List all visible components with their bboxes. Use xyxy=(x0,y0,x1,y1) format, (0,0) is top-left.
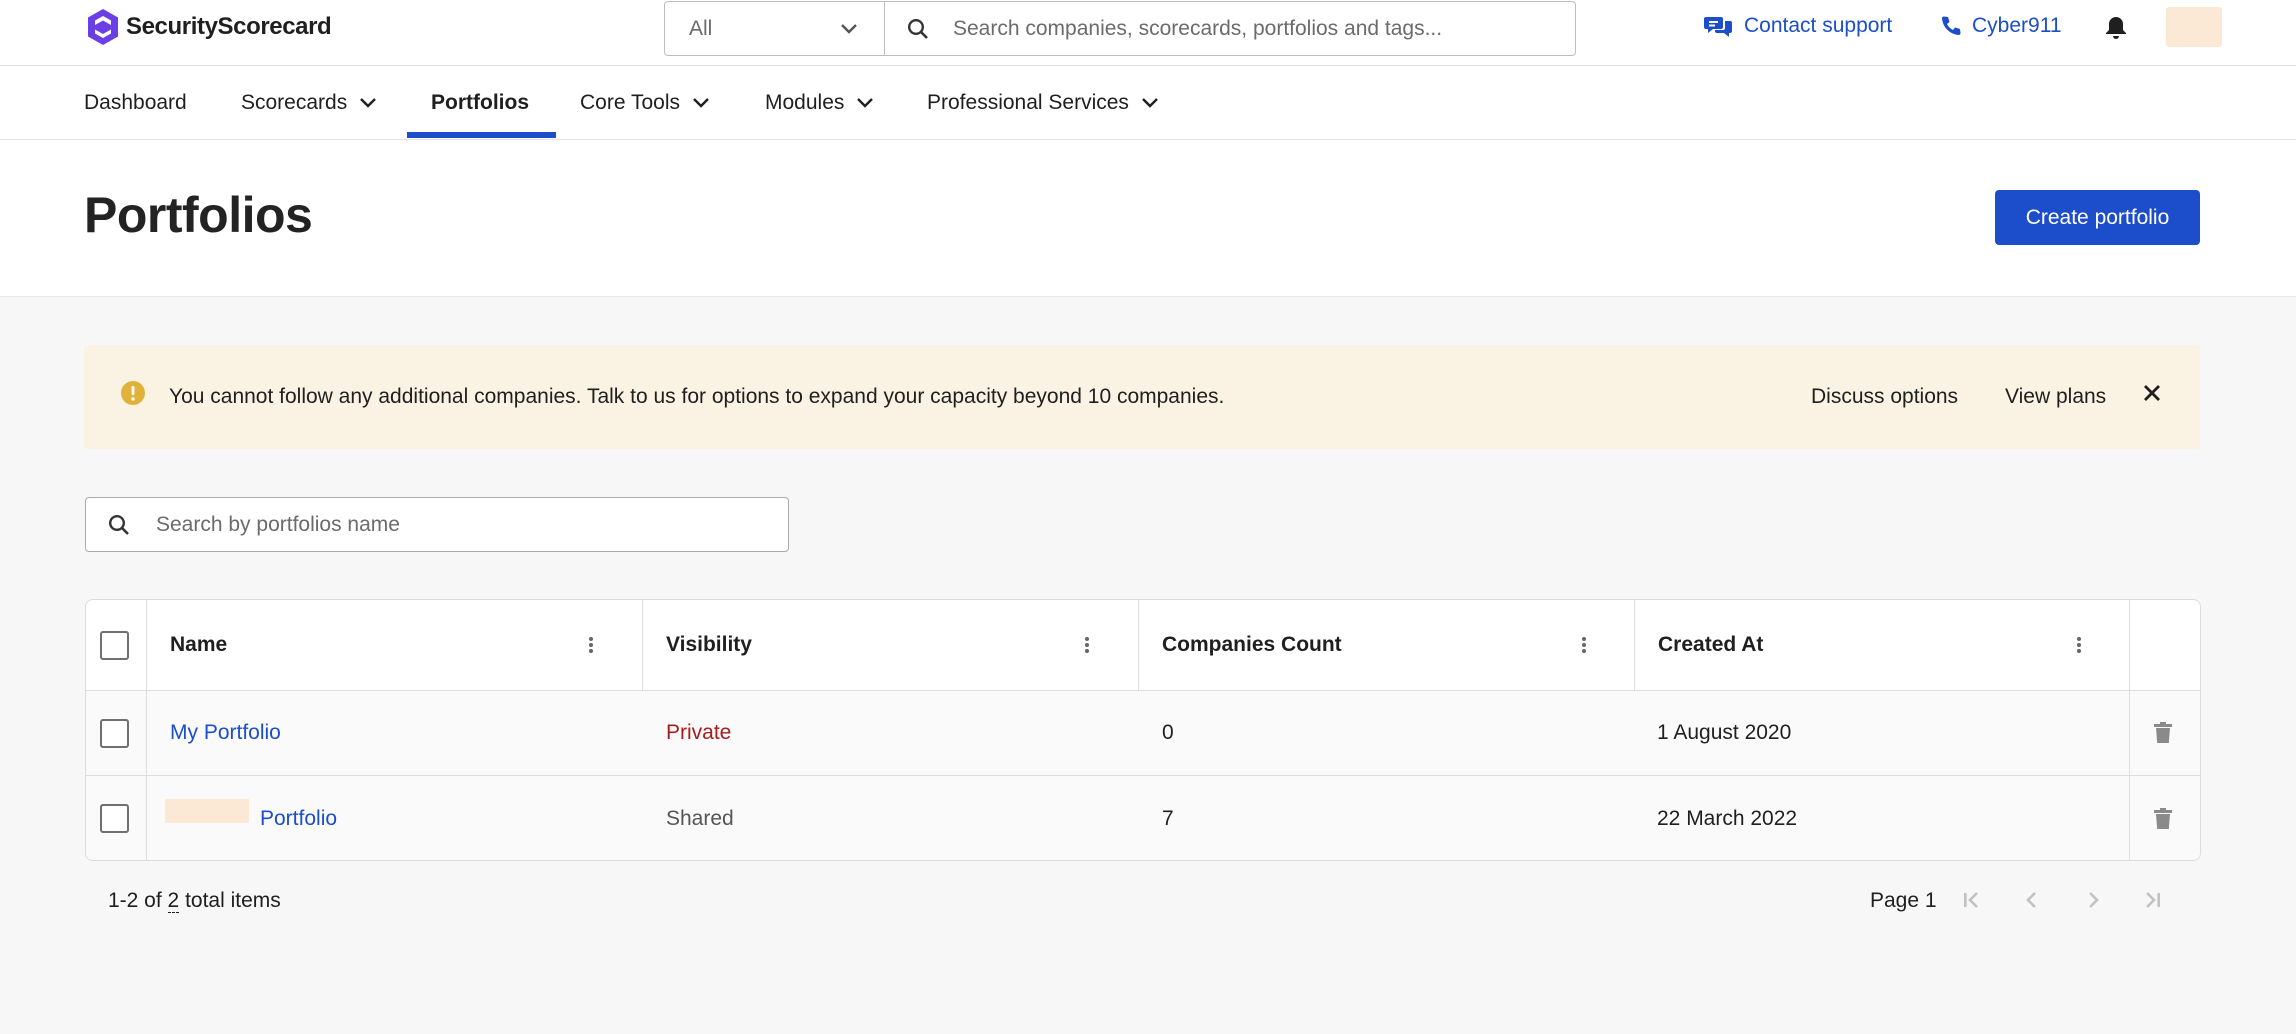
close-icon[interactable] xyxy=(2142,383,2162,403)
nav-item-core-tools[interactable]: Core Tools xyxy=(580,66,710,140)
row-select-cell xyxy=(100,691,129,775)
created-at-value: 1 August 2020 xyxy=(1657,721,1792,744)
contact-support-label: Contact support xyxy=(1744,14,1893,37)
column-header-created-at[interactable]: Created At xyxy=(1658,600,1763,690)
trash-icon xyxy=(2154,807,2172,829)
last-page-button[interactable] xyxy=(2142,888,2162,912)
banner-message: You cannot follow any additional compani… xyxy=(169,385,1225,408)
portfolio-search xyxy=(85,497,789,552)
last-page-icon xyxy=(2146,892,2160,908)
nav-item-label: Modules xyxy=(765,91,845,114)
chevron-down-icon xyxy=(1142,98,1158,108)
select-all-checkbox[interactable] xyxy=(100,630,129,660)
contact-support-link[interactable]: Contact support xyxy=(1704,14,1892,38)
nav-item-label: Professional Services xyxy=(927,91,1129,114)
chevron-right-icon xyxy=(2089,892,2099,908)
search-icon xyxy=(108,514,129,535)
discuss-options-button[interactable]: Discuss options xyxy=(1811,385,1958,409)
delete-portfolio-button[interactable] xyxy=(2154,776,2172,860)
table-header-row: Name Visibility Companies Count Created … xyxy=(86,600,2200,691)
securityscorecard-logo-icon xyxy=(88,9,118,45)
more-vertical-icon xyxy=(2077,637,2081,653)
row-checkbox[interactable] xyxy=(100,804,129,833)
search-icon xyxy=(907,18,928,39)
chevron-down-icon xyxy=(841,23,857,34)
more-vertical-icon xyxy=(1582,637,1586,653)
view-plans-button[interactable]: View plans xyxy=(2005,385,2106,409)
row-checkbox[interactable] xyxy=(100,718,129,748)
portfolios-table: Name Visibility Companies Count Created … xyxy=(85,599,2201,861)
total-items-label: 1-2 of 2 total items xyxy=(108,889,281,913)
nav-item-portfolios[interactable]: Portfolios xyxy=(431,66,529,140)
column-header-name[interactable]: Name xyxy=(170,600,227,690)
total-suffix: total items xyxy=(185,889,281,912)
nav-item-label: Core Tools xyxy=(580,91,680,114)
notifications-button[interactable] xyxy=(2104,15,2128,41)
companies-count-value: 0 xyxy=(1162,721,1174,744)
column-menu-button[interactable] xyxy=(1084,600,1090,690)
chevron-left-icon xyxy=(2026,892,2036,908)
total-count: 2 xyxy=(167,889,180,913)
bell-icon xyxy=(2106,17,2126,39)
search-scope-value: All xyxy=(689,16,713,40)
create-portfolio-button[interactable]: Create portfolio xyxy=(1995,190,2200,245)
column-menu-button[interactable] xyxy=(588,600,594,690)
warning-circle-icon xyxy=(121,381,145,405)
table-row: Portfolio Shared 7 22 March 2022 xyxy=(86,776,2200,860)
search-field-wrap xyxy=(885,2,1575,55)
delete-portfolio-button[interactable] xyxy=(2154,691,2172,775)
portfolio-name-link[interactable]: Portfolio xyxy=(260,807,337,831)
nav-item-professional-services[interactable]: Professional Services xyxy=(927,66,1159,140)
chevron-down-icon xyxy=(857,98,874,108)
trash-icon xyxy=(2154,722,2172,743)
visibility-value: Private xyxy=(666,721,732,744)
created-at-value: 22 March 2022 xyxy=(1657,806,1798,830)
page-title: Portfolios xyxy=(84,187,313,243)
previous-page-button[interactable] xyxy=(2022,888,2042,912)
cyber911-label: Cyber911 xyxy=(1972,14,2062,37)
more-vertical-icon xyxy=(1085,637,1089,653)
brand-name: SecurityScorecard xyxy=(126,13,332,40)
portfolio-name-cell: Portfolio xyxy=(165,776,337,860)
chevron-down-icon xyxy=(360,98,377,108)
chevron-down-icon xyxy=(693,98,709,108)
active-tab-indicator xyxy=(407,132,556,138)
brand-logo[interactable]: SecurityScorecard xyxy=(86,8,332,46)
column-menu-button[interactable] xyxy=(1581,600,1587,690)
main-nav: Dashboard Scorecards Portfolios Core Too… xyxy=(0,66,2296,140)
phone-icon xyxy=(1942,16,1961,35)
top-bar: SecurityScorecard All Contact support xyxy=(0,0,2296,66)
row-select-cell xyxy=(100,776,129,860)
nav-item-label: Dashboard xyxy=(84,91,187,114)
range-text: 1-2 of xyxy=(108,889,162,912)
nav-item-scorecards[interactable]: Scorecards xyxy=(241,66,377,140)
nav-item-label: Portfolios xyxy=(431,91,529,114)
column-header-companies-count[interactable]: Companies Count xyxy=(1162,600,1342,690)
global-search-input[interactable] xyxy=(953,16,1575,41)
nav-item-dashboard[interactable]: Dashboard xyxy=(84,66,187,140)
companies-count-value: 7 xyxy=(1162,806,1174,830)
page-indicator: Page 1 xyxy=(1870,889,1937,912)
user-avatar[interactable] xyxy=(2166,7,2222,47)
first-page-icon xyxy=(1964,892,1978,908)
select-all-cell xyxy=(100,600,129,690)
redacted-text xyxy=(165,798,249,823)
cyber911-link[interactable]: Cyber911 xyxy=(1940,14,2062,38)
portfolio-search-input[interactable] xyxy=(156,512,788,537)
first-page-button[interactable] xyxy=(1962,888,1982,912)
portfolio-name-link[interactable]: My Portfolio xyxy=(170,691,281,775)
visibility-value: Shared xyxy=(666,806,734,830)
table-row: My Portfolio Private 0 1 August 2020 xyxy=(86,691,2200,776)
page-header: Portfolios Create portfolio xyxy=(0,140,2296,297)
next-page-button[interactable] xyxy=(2083,888,2103,912)
nav-item-label: Scorecards xyxy=(241,91,348,114)
global-search: All xyxy=(664,1,1576,56)
column-menu-button[interactable] xyxy=(2076,600,2082,690)
nav-item-modules[interactable]: Modules xyxy=(765,66,874,140)
more-vertical-icon xyxy=(589,637,593,653)
search-scope-select[interactable]: All xyxy=(665,2,885,55)
chat-bubbles-icon xyxy=(1704,17,1732,37)
column-header-visibility[interactable]: Visibility xyxy=(666,600,752,690)
capacity-warning-banner: You cannot follow any additional compani… xyxy=(84,345,2200,449)
